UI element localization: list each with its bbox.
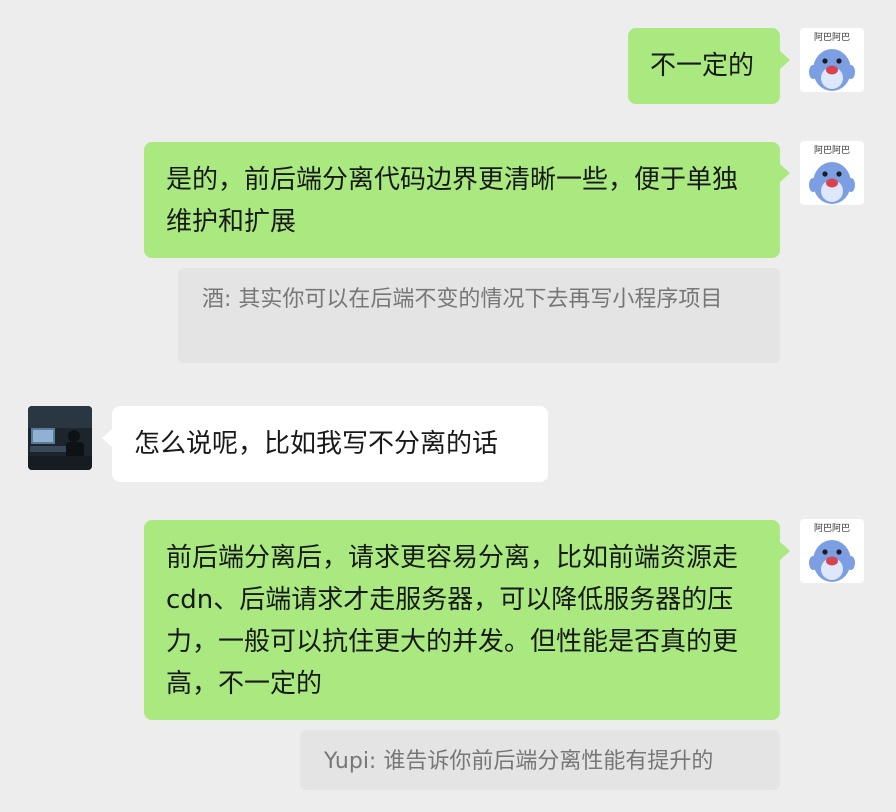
quoted-message[interactable]: 酒: 其实你可以在后端不变的情况下去再写小程序项目 xyxy=(178,268,780,363)
contact-avatar[interactable] xyxy=(28,406,92,470)
message-bubble-sent[interactable]: 不一定的 xyxy=(628,28,780,104)
bubble-tail xyxy=(780,51,790,69)
bubble-tail xyxy=(780,542,790,560)
avatar-caption: 阿巴阿巴 xyxy=(814,32,850,43)
message-bubble-sent[interactable]: 前后端分离后，请求更容易分离，比如前端资源走 cdn、后端请求才走服务器，可以降… xyxy=(144,520,780,720)
avatar-caption: 阿巴阿巴 xyxy=(814,145,850,156)
my-avatar[interactable]: 阿巴阿巴 xyxy=(800,519,864,583)
my-avatar[interactable]: 阿巴阿巴 xyxy=(800,141,864,205)
message-bubble-received[interactable]: 怎么说呢，比如我写不分离的话 xyxy=(112,406,548,482)
bubble-tail xyxy=(102,429,112,447)
avatar-caption: 阿巴阿巴 xyxy=(814,523,850,534)
bubble-tail xyxy=(780,164,790,182)
my-avatar[interactable]: 阿巴阿巴 xyxy=(800,28,864,92)
quoted-message[interactable]: Yupi: 谁告诉你前后端分离性能有提升的 xyxy=(300,730,780,790)
message-bubble-sent[interactable]: 是的，前后端分离代码边界更清晰一些，便于单独维护和扩展 xyxy=(144,142,780,258)
